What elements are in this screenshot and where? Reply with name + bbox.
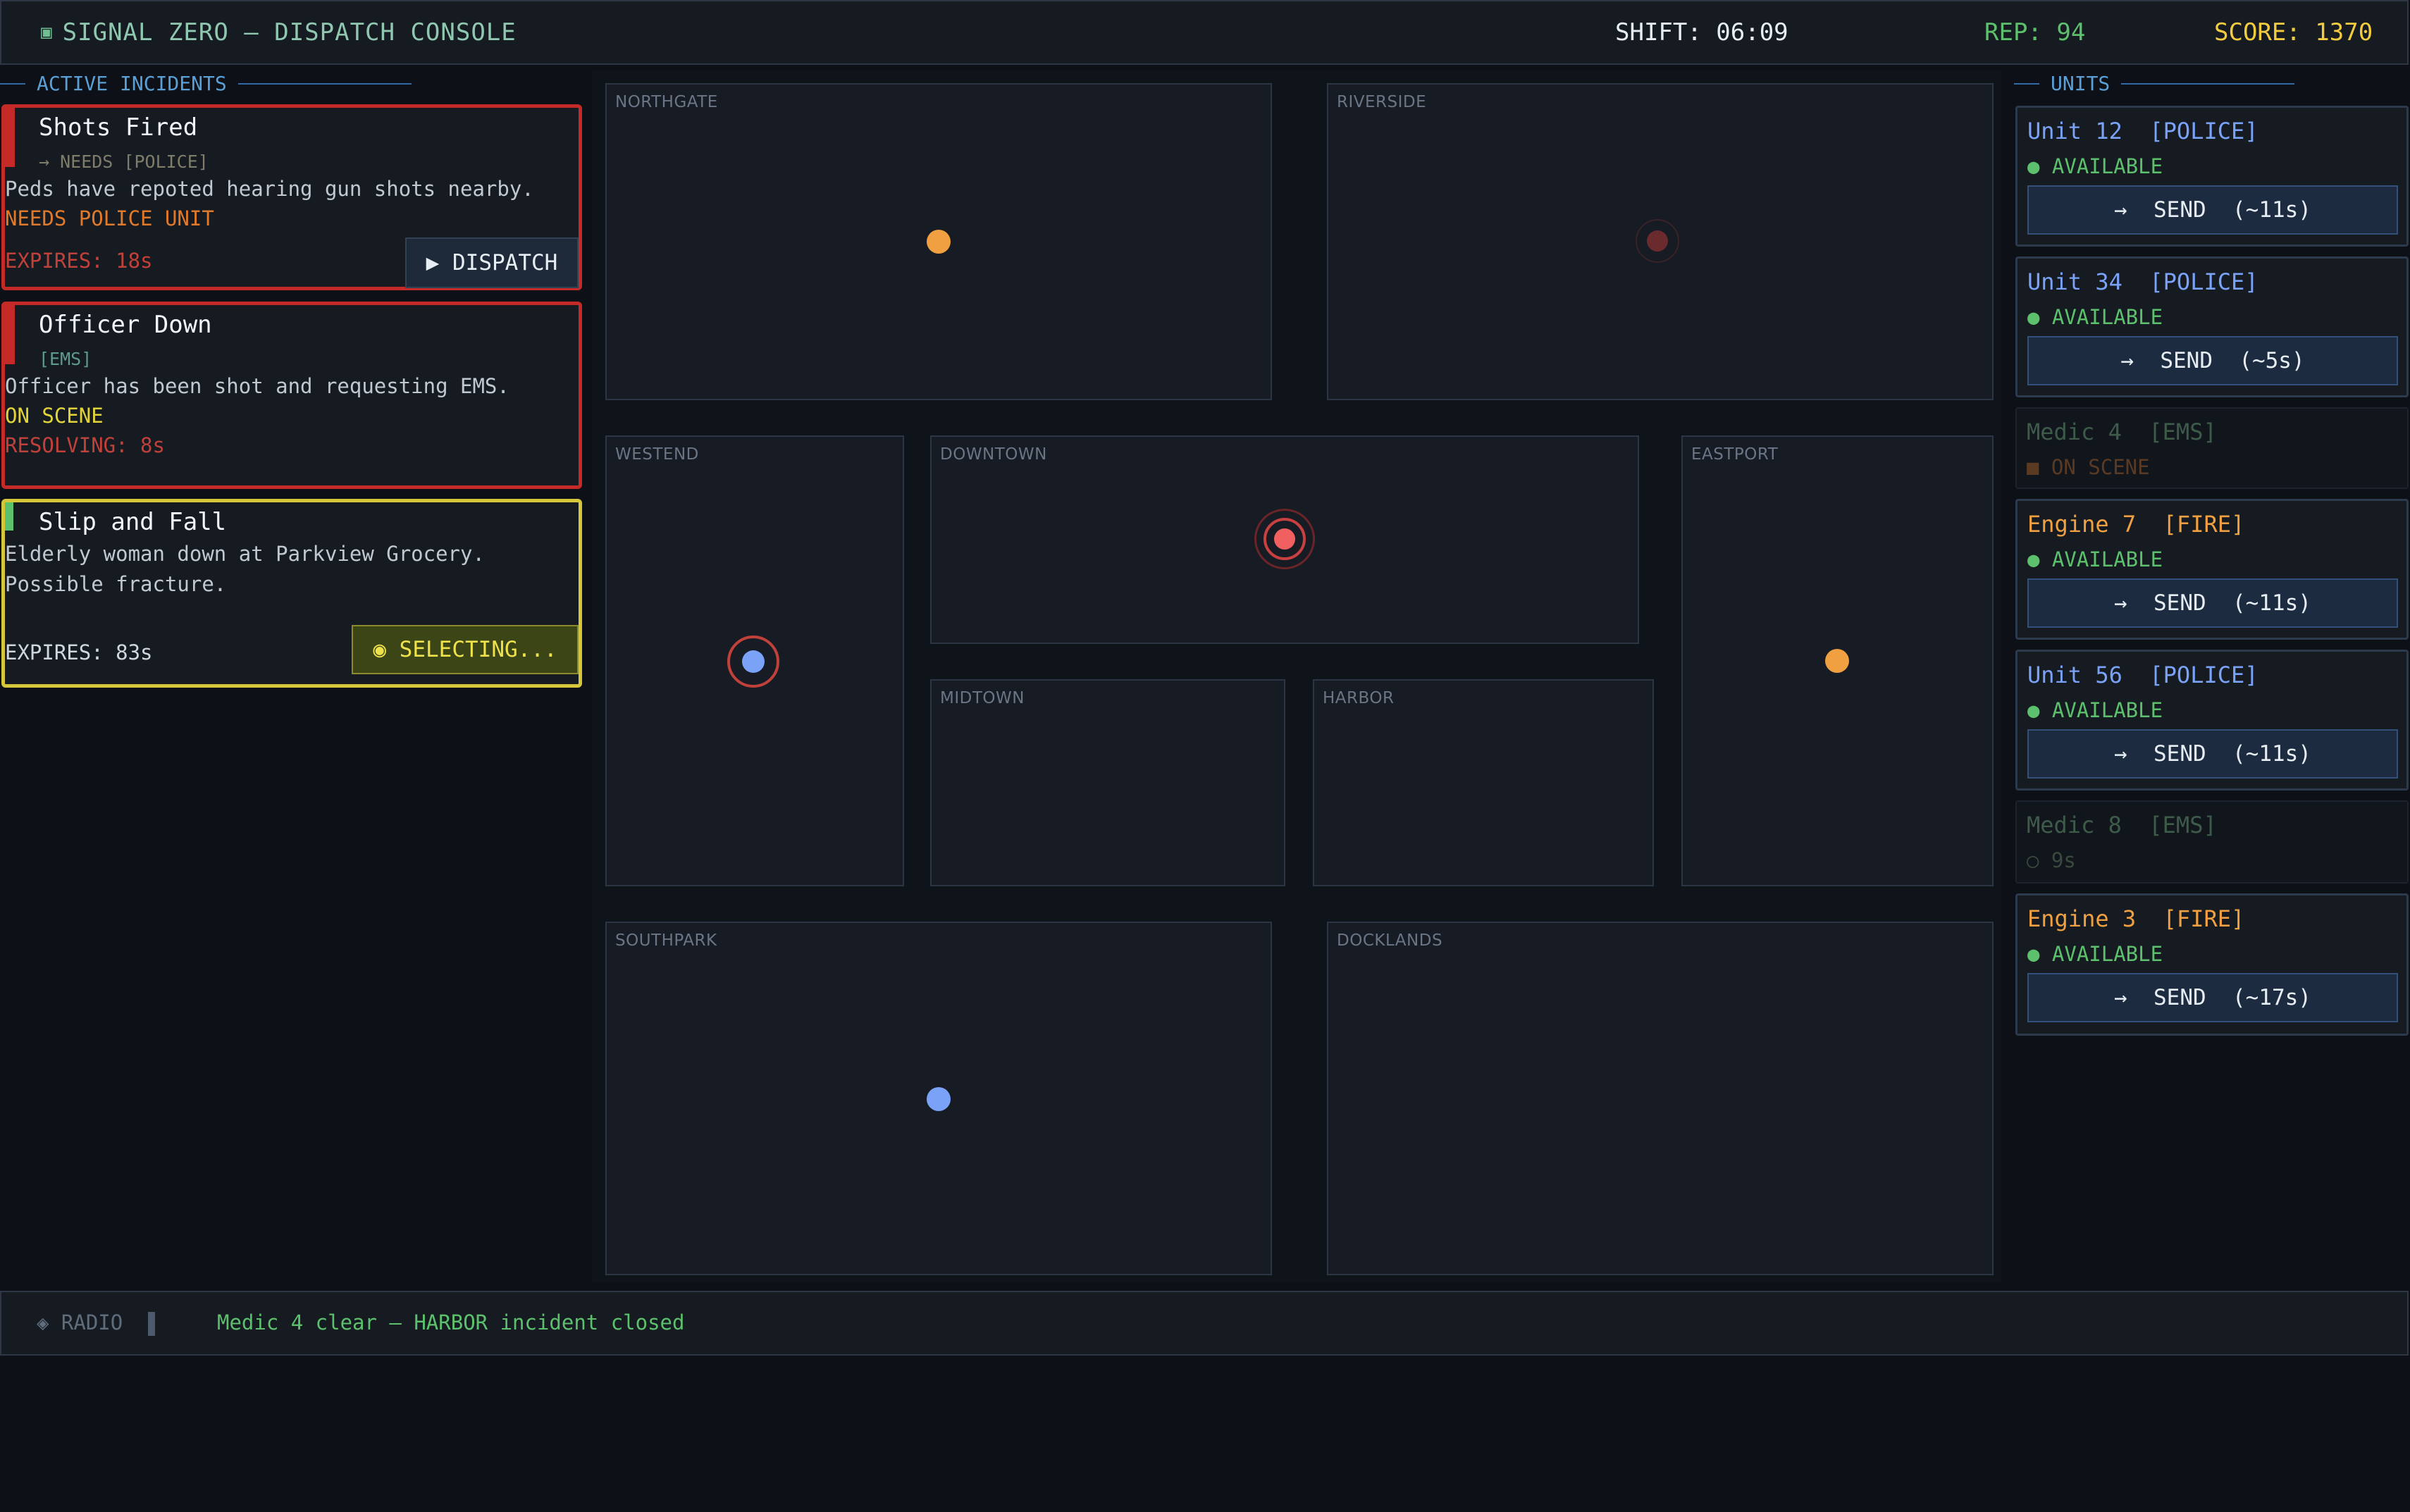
unit-name: Medic 8 [EMS] (2027, 812, 2217, 838)
unit-name: Medic 4 [EMS] (2027, 419, 2217, 445)
unit-name: Engine 7 [FIRE] (2027, 511, 2245, 538)
zone-label: DOCKLANDS (1337, 931, 1443, 950)
incident-timer: RESOLVING: 8s (5, 433, 165, 457)
police-unit-marker-selected[interactable] (727, 636, 779, 688)
incident-card-slip-and-fall[interactable]: Slip and Fall Elderly woman down at Park… (1, 499, 582, 688)
resolved-incident-marker[interactable] (1636, 219, 1679, 263)
unit-status: ● AVAILABLE (2027, 942, 2163, 966)
dispatch-button[interactable]: ▶ DISPATCH (405, 237, 579, 288)
units-panel-title: UNITS (2051, 72, 2111, 95)
incidents-panel-header: ACTIVE INCIDENTS (0, 72, 412, 95)
city-map[interactable]: NORTHGATE RIVERSIDE WESTEND DOWNTOWN EAS… (592, 70, 2001, 1282)
unit-card-unit-34[interactable]: Unit 34 [POLICE] ● AVAILABLE → SEND (~5s… (2015, 256, 2409, 397)
incident-title: Slip and Fall (39, 508, 227, 536)
header-rule (237, 82, 412, 85)
incident-description: Officer has been shot and requesting EMS… (5, 374, 509, 398)
score-value: SCORE: 1370 (2214, 18, 2373, 47)
incident-status: NEEDS POLICE UNIT (5, 206, 214, 230)
send-button[interactable]: → SEND (~11s) (2027, 578, 2398, 628)
unit-name: Unit 12 [POLICE] (2027, 118, 2258, 144)
radio-bar: ◈ RADIO Medic 4 clear — HARBOR incident … (0, 1291, 2409, 1356)
zone-midtown[interactable]: MIDTOWN (930, 679, 1285, 886)
zone-label: WESTEND (615, 445, 699, 464)
unit-status: ● AVAILABLE (2027, 698, 2163, 722)
resolved-incident-dot (1647, 230, 1668, 252)
unit-name: Unit 56 [POLICE] (2027, 662, 2258, 688)
zone-harbor[interactable]: HARBOR (1313, 679, 1654, 886)
unit-card-medic-8[interactable]: Medic 8 [EMS] ○ 9s (2015, 800, 2409, 884)
incidents-panel-title: ACTIVE INCIDENTS (37, 72, 227, 95)
send-button[interactable]: → SEND (~17s) (2027, 973, 2398, 1022)
app-title: ▣ SIGNAL ZERO — DISPATCH CONSOLE (41, 18, 517, 47)
send-button[interactable]: → SEND (~11s) (2027, 729, 2398, 779)
priority-bar (5, 108, 15, 167)
zone-docklands[interactable]: DOCKLANDS (1327, 922, 1994, 1275)
incident-alert-ring (1263, 518, 1306, 560)
unit-card-engine-3[interactable]: Engine 3 [FIRE] ● AVAILABLE → SEND (~17s… (2015, 893, 2409, 1036)
unit-card-unit-56[interactable]: Unit 56 [POLICE] ● AVAILABLE → SEND (~11… (2015, 650, 2409, 791)
selecting-button[interactable]: ◉ SELECTING... (352, 625, 579, 674)
send-button[interactable]: → SEND (~5s) (2027, 336, 2398, 385)
unit-status: ● AVAILABLE (2027, 547, 2163, 571)
zone-label: EASTPORT (1691, 445, 1779, 464)
police-unit-dot (742, 650, 765, 673)
unit-card-unit-12[interactable]: Unit 12 [POLICE] ● AVAILABLE → SEND (~11… (2015, 106, 2409, 247)
terminal-square-icon: ▣ (41, 22, 53, 43)
reputation-value: REP: 94 (1984, 18, 2086, 47)
incident-status: ON SCENE (5, 404, 104, 428)
radio-signal-icon (148, 1312, 155, 1336)
unit-card-medic-4[interactable]: Medic 4 [EMS] ■ ON SCENE (2015, 407, 2409, 489)
zone-label: DOWNTOWN (940, 445, 1047, 464)
incident-title: Shots Fired (39, 113, 198, 142)
header-rule (2014, 82, 2039, 85)
incident-timer: EXPIRES: 83s (5, 640, 153, 664)
unit-status: ● AVAILABLE (2027, 154, 2163, 178)
unit-card-engine-7[interactable]: Engine 7 [FIRE] ● AVAILABLE → SEND (~11s… (2015, 499, 2409, 640)
zone-label: MIDTOWN (940, 689, 1025, 707)
radio-message: Medic 4 clear — HARBOR incident closed (217, 1310, 685, 1334)
incident-title: Officer Down (39, 311, 212, 339)
incident-alert-marker[interactable] (1254, 509, 1315, 569)
fire-unit-marker[interactable] (927, 230, 951, 254)
unit-status: ■ ON SCENE (2027, 455, 2150, 479)
unit-status: ● AVAILABLE (2027, 305, 2163, 329)
incident-description-line: Possible fracture. (5, 572, 227, 596)
top-bar: ▣ SIGNAL ZERO — DISPATCH CONSOLE SHIFT: 0… (0, 0, 2409, 65)
zone-label: NORTHGATE (615, 93, 718, 111)
priority-bar (5, 502, 13, 531)
incident-needs: → NEEDS [POLICE] (39, 151, 209, 172)
zone-label: HARBOR (1323, 689, 1395, 707)
incident-timer: EXPIRES: 18s (5, 249, 153, 273)
incident-card-shots-fired[interactable]: Shots Fired → NEEDS [POLICE] Peds have r… (1, 104, 582, 290)
radio-label: ◈ RADIO (37, 1310, 123, 1334)
incident-alert-dot (1274, 528, 1295, 550)
shift-clock: SHIFT: 06:09 (1615, 18, 1788, 47)
header-rule (2121, 82, 2295, 85)
unit-name: Engine 3 [FIRE] (2027, 905, 2245, 932)
app-title-text: SIGNAL ZERO — DISPATCH CONSOLE (62, 18, 517, 47)
fire-unit-marker[interactable] (1825, 649, 1849, 673)
incident-description: Elderly woman down at Parkview Grocery. … (5, 539, 485, 600)
header-rule (0, 82, 25, 85)
zone-label: RIVERSIDE (1337, 93, 1427, 111)
incident-card-officer-down[interactable]: Officer Down [EMS] Officer has been shot… (1, 302, 582, 489)
priority-bar (5, 305, 15, 364)
unit-name: Unit 34 [POLICE] (2027, 268, 2258, 295)
incident-needs: [EMS] (39, 349, 92, 369)
incident-description-line: Elderly woman down at Parkview Grocery. (5, 542, 485, 566)
police-unit-marker[interactable] (927, 1087, 951, 1111)
incident-description: Peds have repoted hearing gun shots near… (5, 177, 534, 201)
zone-label: SOUTHPARK (615, 931, 717, 950)
units-panel-header: UNITS (2014, 72, 2295, 95)
send-button[interactable]: → SEND (~11s) (2027, 185, 2398, 235)
unit-status: ○ 9s (2027, 848, 2076, 872)
